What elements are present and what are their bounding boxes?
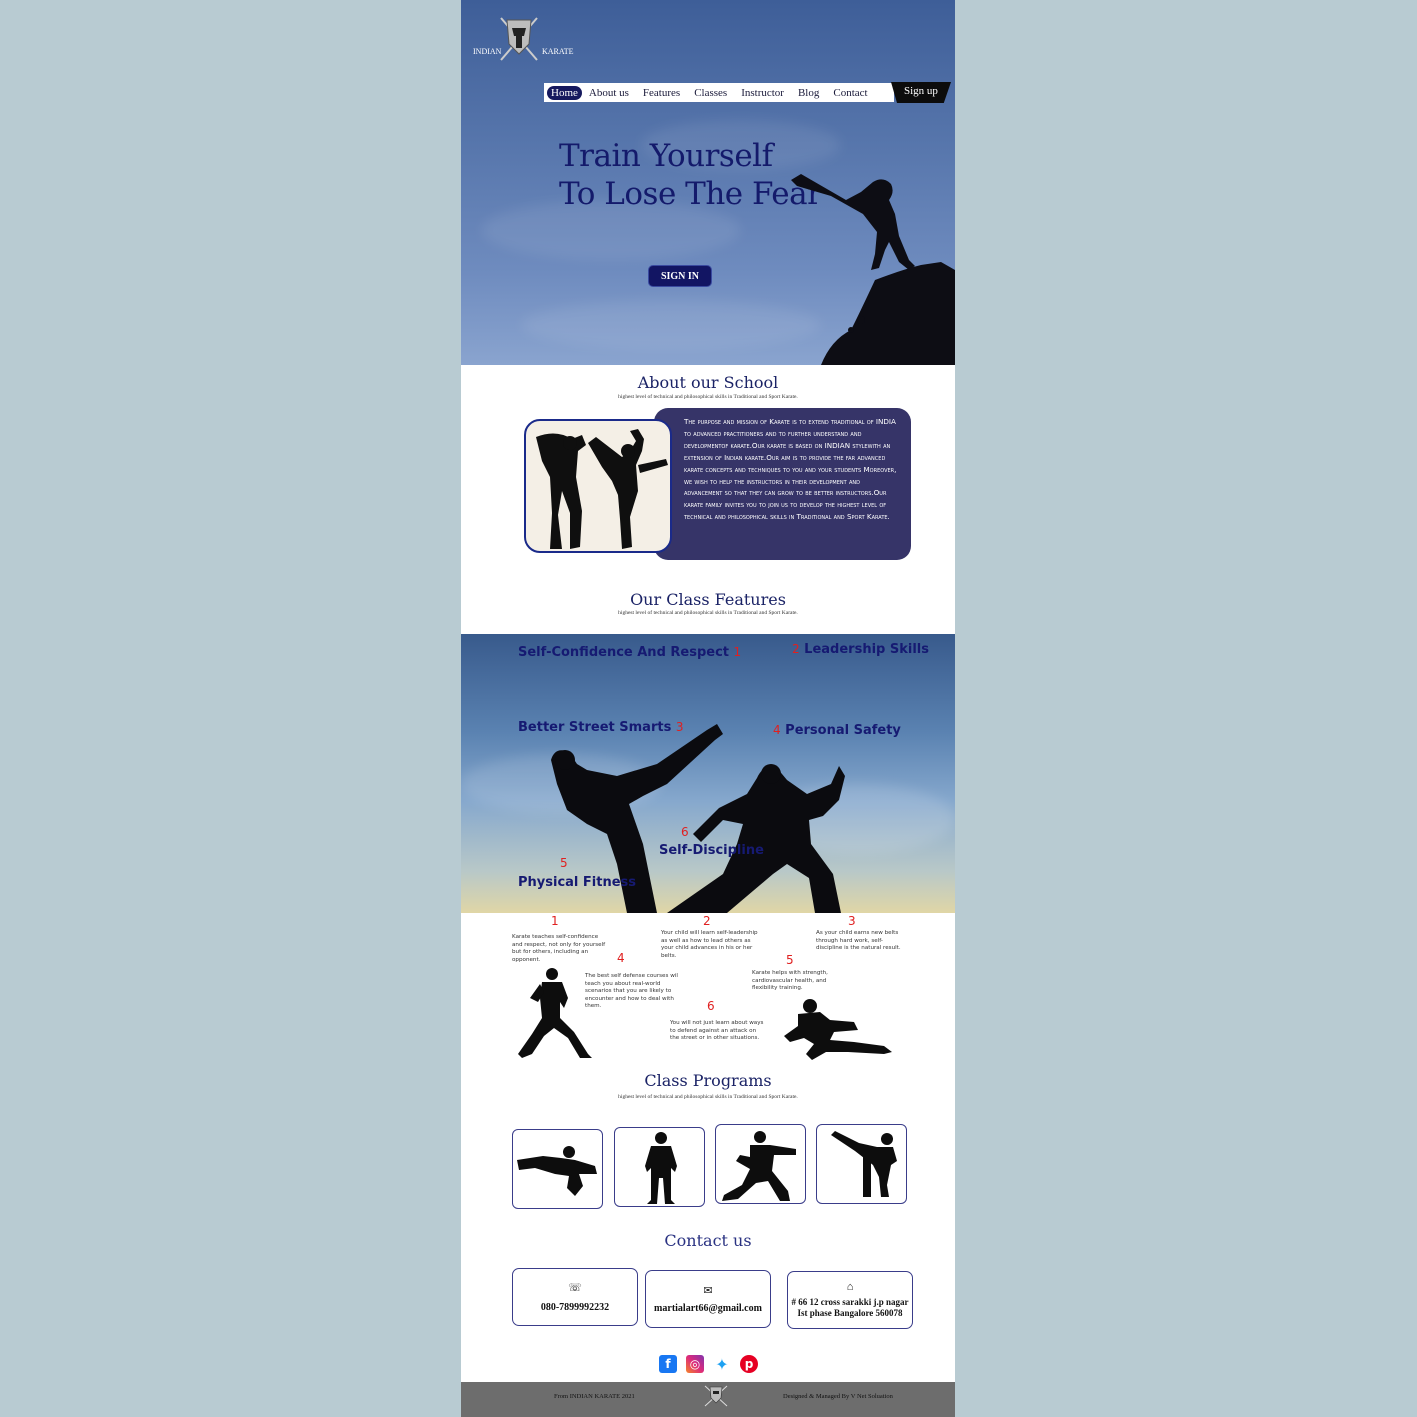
nav-classes[interactable]: Classes	[687, 87, 734, 99]
feature-label-1-text: Self-Confidence And Respect	[518, 645, 730, 660]
contact-address-card[interactable]: ⌂ # 66 12 cross sarakki j.p nagar Ist ph…	[787, 1271, 913, 1329]
program-4-high-kick-silhouette	[831, 1131, 897, 1197]
feature-label-2-num: 2	[792, 642, 800, 656]
signup-button[interactable]: Sign up	[891, 82, 951, 103]
hero-section: INDIAN KARATE Home About us Features Cla…	[461, 0, 955, 365]
contact-address-line1: # 66 12 cross sarakki j.p nagar	[791, 1297, 909, 1307]
program-3-stance-silhouette	[722, 1131, 796, 1201]
about-text-box: The purpose and mission of Karate is to …	[654, 408, 911, 560]
mail-icon: ✉	[703, 1284, 713, 1297]
contact-address: # 66 12 cross sarakki j.p nagar Ist phas…	[791, 1297, 908, 1319]
features-banner: Self-Confidence And Respect 1 2 Leadersh…	[461, 634, 955, 913]
feature-label-4-num: 4	[773, 723, 781, 737]
program-card-2[interactable]	[614, 1127, 705, 1207]
features-title: Our Class Features	[630, 590, 786, 609]
sparring-fighters-silhouette	[536, 429, 668, 549]
desc-2-num: 2	[703, 914, 711, 928]
program-card-4[interactable]	[816, 1124, 907, 1204]
feature-label-4: 4 Personal Safety	[773, 723, 901, 738]
feature-label-2-text: Leadership Skills	[804, 642, 929, 657]
feature-label-2: 2 Leadership Skills	[792, 642, 929, 657]
brand-name-right: KARATE	[542, 47, 574, 56]
nav-home[interactable]: Home	[547, 85, 582, 100]
feature-label-1-num: 1	[733, 645, 742, 659]
main-nav: Home About us Features Classes Instructo…	[544, 83, 894, 102]
footer-copyright: From INDIAN KARATE 2021	[554, 1393, 635, 1400]
feature-label-5-text: Physical Fitness	[518, 875, 637, 890]
feature-label-3-text: Better Street Smarts	[518, 720, 672, 735]
nav-blog[interactable]: Blog	[791, 87, 826, 99]
contact-phone-card[interactable]: ☏ 080-7899992232	[512, 1268, 638, 1326]
programs-title: Class Programs	[644, 1071, 772, 1090]
about-title: About our School	[637, 373, 779, 392]
footer: From INDIAN KARATE 2021 Designed & Manag…	[461, 1382, 955, 1417]
footer-logo-icon	[704, 1385, 728, 1407]
contact-phone[interactable]: 080-7899992232	[541, 1302, 609, 1314]
hero-title-line2: To Lose The Fear	[559, 176, 822, 212]
program-2-standing-silhouette	[645, 1132, 677, 1204]
program-card-3[interactable]	[715, 1124, 806, 1204]
feature-label-1: Self-Confidence And Respect 1	[518, 645, 741, 660]
kicking-fighter-silhouette	[791, 174, 955, 365]
about-image	[524, 419, 672, 553]
about-subtitle: highest level of technical and philosoph…	[618, 394, 798, 400]
stance-fighter-silhouette	[518, 968, 592, 1058]
pinterest-icon[interactable]: p	[740, 1355, 758, 1373]
desc-6-num: 6	[707, 999, 715, 1013]
nav-instructor[interactable]: Instructor	[734, 87, 791, 99]
desc-3-text: As your child earns new belts through ha…	[816, 930, 901, 952]
contact-email-card[interactable]: ✉ martialart66@gmail.com	[645, 1270, 771, 1328]
karate-crest-icon	[500, 17, 538, 61]
phone-icon: ☏	[568, 1281, 582, 1294]
twitter-icon[interactable]: ✦	[713, 1355, 731, 1374]
desc-4-num: 4	[617, 951, 625, 965]
footer-credit: Designed & Managed By V Net Soluation	[783, 1393, 893, 1400]
nav-about[interactable]: About us	[582, 87, 636, 99]
program-card-1[interactable]	[512, 1129, 603, 1209]
desc-6-text: You will not just learn about ways to de…	[670, 1020, 764, 1042]
page: INDIAN KARATE Home About us Features Cla…	[461, 0, 955, 1417]
desc-1-text: Karate teaches self-confidence and respe…	[512, 934, 606, 963]
feature-label-5: Physical Fitness	[518, 875, 636, 890]
feature-label-6-num: 6	[681, 825, 689, 839]
contact-email[interactable]: martialart66@gmail.com	[654, 1303, 762, 1315]
feature-label-3-num: 3	[675, 720, 684, 734]
home-icon: ⌂	[846, 1281, 854, 1293]
features-subtitle: highest level of technical and philosoph…	[618, 610, 798, 616]
signin-button[interactable]: SIGN IN	[648, 265, 712, 287]
facebook-icon[interactable]: f	[659, 1355, 677, 1373]
desc-1-num: 1	[551, 914, 559, 928]
instagram-icon[interactable]: ◎	[686, 1355, 704, 1373]
nav-features[interactable]: Features	[636, 87, 687, 99]
desc-4-text: The best self defense courses wil teach …	[585, 973, 678, 1010]
about-text: The purpose and mission of Karate is to …	[684, 417, 897, 522]
feature-label-6: Self-Discipline	[659, 843, 764, 858]
brand-logo[interactable]: INDIAN KARATE	[473, 14, 574, 66]
hero-title: Train Yourself To Lose The Fear	[559, 137, 822, 213]
desc-5-num: 5	[786, 953, 794, 967]
feature-label-5-num: 5	[560, 856, 568, 870]
programs-subtitle: highest level of technical and philosoph…	[618, 1094, 798, 1100]
program-1-kick-silhouette	[517, 1146, 597, 1196]
feature-label-4-text: Personal Safety	[785, 723, 901, 738]
contact-address-line2: Ist phase Bangalore 560078	[797, 1308, 903, 1318]
flying-kick-fighter-silhouette	[784, 999, 892, 1060]
feature-label-6-text: Self-Discipline	[659, 843, 764, 858]
feature-label-3: Better Street Smarts 3	[518, 720, 684, 735]
desc-5-text: Karate helps with strength, cardiovascul…	[752, 970, 828, 992]
contact-title: Contact us	[664, 1231, 752, 1250]
desc-2-text: Your child will learn self-leadership as…	[661, 930, 758, 959]
hero-title-line1: Train Yourself	[559, 138, 773, 174]
nav-contact[interactable]: Contact	[826, 87, 874, 99]
desc-3-num: 3	[848, 914, 856, 928]
